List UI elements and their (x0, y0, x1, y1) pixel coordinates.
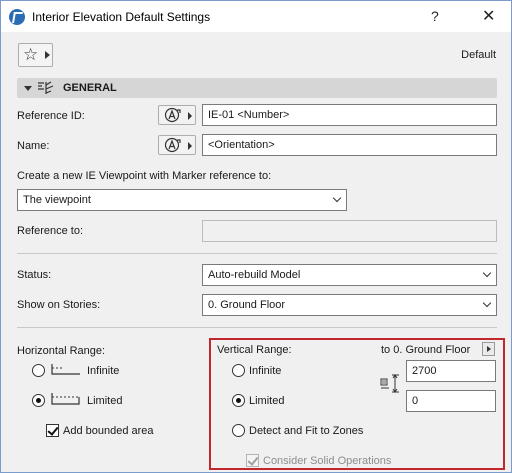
infinite-range-icon (51, 364, 80, 375)
status-label: Status: (17, 269, 52, 281)
reference-id-field[interactable]: IE-01 <Number> (202, 104, 497, 126)
chevron-down-icon (332, 193, 342, 203)
horizontal-range-label: Horizontal Range: (17, 345, 106, 357)
show-on-stories-select[interactable]: 0. Ground Floor (202, 294, 497, 316)
horizontal-limited-radio[interactable] (32, 394, 45, 407)
section-divider (17, 327, 497, 328)
dialog-window: Interior Elevation Default Settings ? ✕ … (0, 0, 512, 473)
detect-fit-zones-radio[interactable] (232, 424, 245, 437)
name-autotext-button[interactable] (158, 135, 196, 155)
reference-to-label: Reference to: (17, 225, 84, 237)
chevron-down-icon (482, 298, 492, 308)
autotext-icon (164, 137, 181, 153)
section-divider (17, 253, 497, 254)
general-settings-icon (38, 81, 54, 94)
caret-right-icon (188, 142, 192, 150)
vertical-top-value-field[interactable]: 2700 (406, 360, 496, 382)
consider-solid-operations-label: Consider Solid Operations (263, 455, 392, 467)
marker-reference-label: Create a new IE Viewpoint with Marker re… (17, 170, 272, 182)
status-value: Auto-rebuild Model (208, 269, 301, 281)
limited-range-icon (51, 393, 80, 405)
vertical-range-to-story: to 0. Ground Floor (381, 344, 471, 356)
reference-to-field (202, 220, 497, 242)
vertical-bottom-value-field[interactable]: 0 (406, 390, 496, 412)
horizontal-infinite-label: Infinite (87, 365, 120, 377)
consider-solid-operations-checkbox (246, 454, 259, 467)
general-panel-header[interactable]: GENERAL (17, 78, 497, 98)
general-panel-label: GENERAL (63, 82, 117, 94)
name-label: Name: (17, 140, 50, 152)
vertical-dimension-icon (380, 374, 399, 393)
horizontal-limited-label: Limited (87, 395, 123, 407)
collapse-triangle-icon (24, 86, 32, 91)
caret-right-icon (188, 112, 192, 120)
marker-reference-select[interactable]: The viewpoint (17, 189, 347, 211)
detect-fit-zones-label: Detect and Fit to Zones (249, 425, 364, 437)
show-on-stories-value: 0. Ground Floor (208, 299, 286, 311)
favorites-button[interactable]: ☆ (18, 43, 53, 67)
vertical-limited-label: Limited (249, 395, 285, 407)
caret-right-icon (45, 51, 50, 59)
close-button[interactable]: ✕ (482, 6, 495, 26)
vertical-infinite-label: Infinite (249, 365, 282, 377)
status-select[interactable]: Auto-rebuild Model (202, 264, 497, 286)
chevron-down-icon (482, 268, 492, 278)
vertical-limited-radio[interactable] (232, 394, 245, 407)
reference-id-autotext-button[interactable] (158, 105, 196, 125)
default-label: Default (461, 49, 496, 61)
archicad-app-icon (9, 9, 25, 25)
autotext-icon (164, 107, 181, 123)
reference-id-label: Reference ID: (17, 110, 85, 122)
help-button[interactable]: ? (431, 8, 439, 24)
star-icon: ☆ (23, 45, 39, 64)
story-select-arrow-button[interactable] (482, 342, 495, 356)
vertical-infinite-radio[interactable] (232, 364, 245, 377)
add-bounded-area-label: Add bounded area (63, 425, 154, 437)
window-title: Interior Elevation Default Settings (32, 10, 211, 24)
horizontal-infinite-radio[interactable] (32, 364, 45, 377)
marker-reference-value: The viewpoint (23, 194, 91, 206)
add-bounded-area-checkbox[interactable] (46, 424, 59, 437)
show-on-stories-label: Show on Stories: (17, 299, 101, 311)
name-field[interactable]: <Orientation> (202, 134, 497, 156)
title-bar: Interior Elevation Default Settings ? ✕ (1, 1, 511, 32)
vertical-range-label: Vertical Range: (217, 344, 292, 356)
